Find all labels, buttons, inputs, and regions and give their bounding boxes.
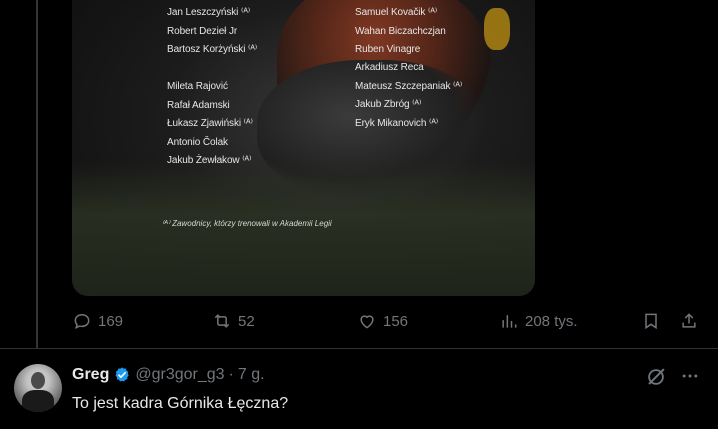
player-name: Arkadiusz Reca xyxy=(355,62,424,73)
media-background-accent xyxy=(484,8,510,50)
tweet-divider xyxy=(0,348,718,349)
avatar[interactable] xyxy=(14,364,62,412)
player-name: Samuel Kovačik ⁽ᴬ⁾ xyxy=(355,7,438,18)
player-name: Mateusz Szczepaniak ⁽ᴬ⁾ xyxy=(355,80,463,92)
player-name: Eryk Mikanovich ⁽ᴬ⁾ xyxy=(355,117,439,129)
views-count: 208 tys. xyxy=(525,312,578,330)
thread-connector-line xyxy=(36,0,38,348)
bookmark-button[interactable] xyxy=(641,311,661,331)
player-name: Mileta Rajović xyxy=(167,81,228,92)
views-button[interactable]: 208 tys. xyxy=(499,311,578,331)
author-name[interactable]: Greg xyxy=(72,366,109,384)
player-name: Wahan Biczachczjan xyxy=(355,25,446,37)
tweet-action-bar: 169 52 156 208 tys. xyxy=(72,311,702,337)
share-button[interactable] xyxy=(679,311,699,331)
player-name: Łukasz Zjawiński ⁽ᴬ⁾ xyxy=(167,118,253,129)
tweet-media-image[interactable]: Jan Leszczyński ⁽ᴬ⁾ Robert Dezieł Jr Bar… xyxy=(72,0,535,296)
reply-body-text: To jest kadra Górnika Łęczna? xyxy=(72,395,289,412)
player-name: Jakub Zbróg ⁽ᴬ⁾ xyxy=(355,99,422,110)
player-name: Bartosz Korżyński ⁽ᴬ⁾ xyxy=(167,44,258,55)
author-handle[interactable]: @gr3gor_g3 xyxy=(135,366,224,384)
player-name: Jakub Żewłakow ⁽ᴬ⁾ xyxy=(167,155,252,166)
player-name: Ruben Vinagre xyxy=(355,44,421,55)
media-background-turf xyxy=(72,160,535,296)
bookmark-icon xyxy=(645,313,657,330)
avatar-body xyxy=(22,390,54,412)
player-list-col2-top: Samuel Kovačik ⁽ᴬ⁾ Wahan Biczachczjan Ru… xyxy=(355,4,446,60)
reply-count: 169 xyxy=(98,312,124,330)
reply-button[interactable]: 169 xyxy=(72,311,123,331)
player-name: Rafał Adamski xyxy=(167,99,230,111)
player-name: Robert Dezieł Jr xyxy=(167,25,238,37)
speech-bubble-icon xyxy=(74,313,90,330)
player-name: Antonio Čolak xyxy=(167,136,228,148)
player-name: Jan Leszczyński ⁽ᴬ⁾ xyxy=(167,7,251,18)
bar-chart-icon xyxy=(502,315,517,328)
avatar-head xyxy=(31,372,45,389)
grok-icon[interactable] xyxy=(645,366,667,388)
heart-icon xyxy=(360,315,374,329)
player-list-col2-bottom: Arkadiusz Reca Mateusz Szczepaniak ⁽ᴬ⁾ J… xyxy=(355,59,462,133)
repost-button[interactable]: 52 xyxy=(212,311,255,331)
reply-header: Greg @gr3gor_g3 · 7 g. xyxy=(72,366,265,384)
media-footnote: ⁽ᴬ⁾ Zawodnicy, którzy trenowali w Akadem… xyxy=(162,219,332,228)
more-dots-icon[interactable] xyxy=(680,366,700,386)
repost-icon xyxy=(214,314,230,328)
share-icon xyxy=(682,313,696,328)
repost-count: 52 xyxy=(238,312,255,330)
like-button[interactable]: 156 xyxy=(357,311,408,331)
player-list-col1-top: Jan Leszczyński ⁽ᴬ⁾ Robert Dezieł Jr Bar… xyxy=(167,4,257,60)
verified-badge-icon xyxy=(115,367,130,382)
player-list-col1-bottom: Mileta Rajović Rafał Adamski Łukasz Zjaw… xyxy=(167,78,253,171)
like-count: 156 xyxy=(383,312,409,330)
separator-dot: · xyxy=(228,366,234,383)
reply-timestamp[interactable]: 7 g. xyxy=(238,366,265,384)
